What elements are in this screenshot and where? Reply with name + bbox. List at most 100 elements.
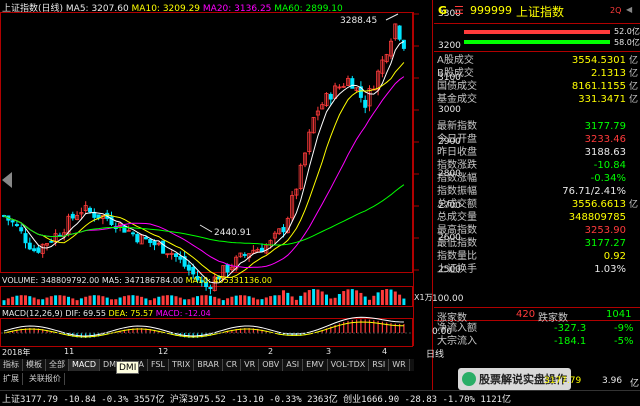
down-count-value: 1041 xyxy=(606,309,632,320)
indicator-tab[interactable]: WR xyxy=(389,359,410,371)
quote-row-label: 上证换手 xyxy=(437,264,477,275)
quote-row-value: 331.3471 xyxy=(578,94,626,105)
date-axis-month: 2 xyxy=(268,347,274,356)
volume-bar xyxy=(131,295,135,305)
fund-flow-value: -327.3 xyxy=(554,323,587,334)
indicator-tab[interactable]: EMV xyxy=(303,359,328,371)
candle-body xyxy=(49,240,54,243)
candle-body xyxy=(27,242,32,250)
volume-bar xyxy=(6,298,10,305)
quote-row-value: 8161.1155 xyxy=(571,81,626,92)
volume-bar xyxy=(191,297,195,305)
quote-row: B股成交 2.1313 亿 xyxy=(434,68,640,80)
volume-bar xyxy=(299,295,303,305)
volume-bar xyxy=(114,299,118,305)
volume-bar xyxy=(45,297,49,305)
quote-row-value: -0.34% xyxy=(590,173,626,184)
volume-bar xyxy=(290,296,294,305)
quote-row-value: -10.84 xyxy=(593,160,626,171)
indicator-tab[interactable]: TRIX xyxy=(169,359,195,371)
tick-price: 3177.79 xyxy=(544,376,582,386)
volume-bar xyxy=(178,297,182,305)
indicator-tab[interactable]: RSI xyxy=(369,359,390,371)
tick-small: 3.96 xyxy=(602,376,623,386)
advance-decline-row: 涨家数 420 跌家数 1041 xyxy=(434,307,640,324)
quote-row-unit: 亿 xyxy=(628,200,638,210)
volume-bar xyxy=(49,296,53,305)
indicator-tab[interactable]: VOL-TDX xyxy=(328,359,370,371)
volume-ma5-readout: MA5: 347186784.00 xyxy=(101,276,184,285)
chart-header: 上证指数(日线) MA5: 3207.60 MA10: 3209.29 MA20… xyxy=(2,1,343,14)
candle-body xyxy=(178,256,183,260)
quote-row: 指数涨幅 -0.34% xyxy=(434,173,640,185)
volume-bar xyxy=(196,296,199,305)
volume-bar xyxy=(312,289,316,305)
volume-bar xyxy=(221,300,225,305)
indicator-tab[interactable]: 模板 xyxy=(23,359,46,371)
fund-flow-pct: -5% xyxy=(614,336,634,347)
indicator-tab-bar: 指标模板全部MACDDMIDMAFSLTRIXBRARCRVROBVASIEMV… xyxy=(0,359,414,371)
macd-value-readout: MACD: -12.04 xyxy=(155,309,211,318)
candle-body xyxy=(208,286,213,289)
indicator-tab[interactable]: 指标 xyxy=(0,359,23,371)
up-count-value: 420 xyxy=(516,309,536,320)
volume-bar xyxy=(101,296,105,305)
volume-bar xyxy=(337,294,341,305)
candle-body xyxy=(242,254,247,256)
indicator-tab[interactable]: CR xyxy=(223,359,242,371)
indicator-tab[interactable]: VR xyxy=(241,359,260,371)
volume-bar xyxy=(389,289,393,305)
date-axis-year: 2018年 xyxy=(2,348,31,357)
volume-bar xyxy=(393,291,397,305)
corner-tag[interactable]: 2Q xyxy=(610,6,621,15)
quote-row: 指数量比 0.92 xyxy=(434,251,640,263)
indicator-tab[interactable]: MACD xyxy=(69,359,100,371)
low-annotation: 2440.91 xyxy=(214,228,252,238)
indicator-tab[interactable]: ASI xyxy=(283,359,304,371)
quote-row-label: 基金成交 xyxy=(437,94,477,105)
volume-bar xyxy=(79,298,83,305)
indicator-tab[interactable]: FSL xyxy=(148,359,169,371)
ma20-readout: MA20: 3136.25 xyxy=(202,4,272,14)
candle-body xyxy=(225,264,230,273)
candle-body xyxy=(397,25,402,40)
expand-icon[interactable]: ◀ xyxy=(626,5,632,14)
volume-ma10-readout: MA10: 405331136.00 xyxy=(185,276,272,285)
volume-bar xyxy=(294,299,298,305)
volume-bar xyxy=(62,295,66,305)
volume-bar xyxy=(144,298,148,305)
quote-row: 今日开盘 3233.46 xyxy=(434,134,640,146)
indicator-tab[interactable]: OBV xyxy=(259,359,284,371)
volume-bar xyxy=(286,292,290,305)
candle-body xyxy=(191,266,196,275)
volume-unit-label: X1万 xyxy=(414,293,433,302)
volume-bar xyxy=(329,298,333,305)
volume-bar xyxy=(67,296,70,305)
quote-row-label: A股成交 xyxy=(437,55,474,66)
indicator-tab[interactable]: BRAR xyxy=(194,359,224,371)
volume-bar xyxy=(153,298,156,305)
volume-bar xyxy=(256,299,260,305)
volume-bar xyxy=(350,289,354,305)
macd-header: MACD(12,26,9) DIF: 69.55 DEA: 75.57 MACD… xyxy=(2,309,211,318)
volume-bar xyxy=(316,289,320,305)
candle-body xyxy=(152,240,157,246)
quote-header: G ☰ 999999 上证指数 2Q ◀ xyxy=(434,0,640,24)
candle-body xyxy=(363,99,368,108)
volume-bar xyxy=(282,290,285,305)
indicator-tab[interactable]: 全部 xyxy=(46,359,69,371)
volume-bar xyxy=(243,295,247,305)
volume-bar xyxy=(140,296,144,305)
volume-bar xyxy=(277,295,281,305)
tab-related-quotes[interactable]: 关联报价 xyxy=(26,373,65,385)
quote-row-value: 3177.79 xyxy=(584,121,626,132)
quote-row: 总成交额 3556.6613 亿 xyxy=(434,199,640,211)
tab-extension[interactable]: 扩展 xyxy=(0,373,23,385)
volume-bar xyxy=(333,297,337,305)
menu-icon[interactable]: ☰ xyxy=(454,4,464,17)
quote-row-value: 3253.90 xyxy=(584,225,626,236)
candle-body xyxy=(32,248,37,252)
volume-bar xyxy=(32,297,36,305)
volume-bar xyxy=(303,292,307,305)
quote-row: 国债成交 8161.1155 亿 xyxy=(434,81,640,93)
